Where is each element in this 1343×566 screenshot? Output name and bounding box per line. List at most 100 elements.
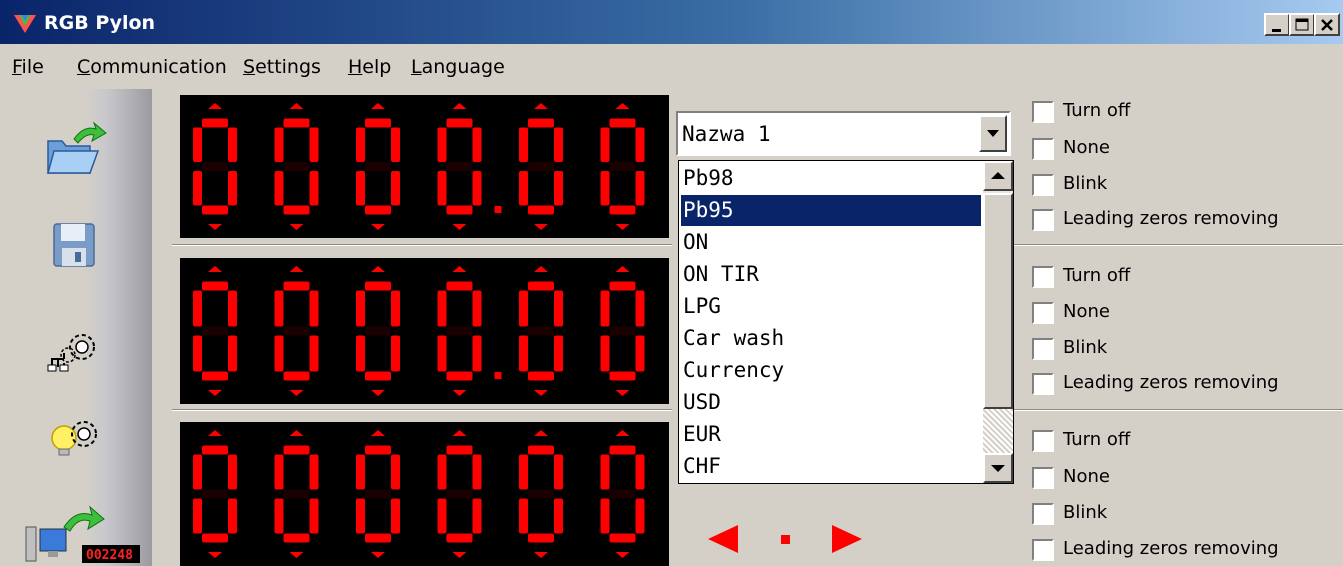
digit-down-indicator[interactable] — [615, 224, 630, 230]
list-option[interactable]: EUR — [681, 419, 981, 450]
digit-up-indicator[interactable] — [371, 266, 385, 272]
minimize-button[interactable] — [1264, 13, 1290, 36]
move-right-arrow-icon[interactable] — [832, 525, 862, 553]
digit-up-indicator[interactable] — [371, 103, 385, 109]
checkbox-label: None — [1063, 466, 1110, 487]
checkbox-box[interactable] — [1032, 266, 1054, 288]
segment — [446, 162, 473, 171]
scroll-thumb[interactable] — [983, 193, 1013, 409]
list-option[interactable]: USD — [681, 387, 981, 418]
menu-settings[interactable]: Settings — [243, 56, 321, 78]
list-option[interactable]: Car wash — [681, 323, 981, 354]
digit-down-indicator[interactable] — [534, 552, 548, 558]
digit-down-indicator[interactable] — [615, 552, 630, 558]
display-settings-button[interactable] — [44, 412, 114, 472]
digit-down-indicator[interactable] — [289, 390, 304, 396]
digit-up-indicator[interactable] — [615, 430, 630, 436]
digit-up-indicator[interactable] — [208, 266, 222, 272]
digit-up-indicator[interactable] — [615, 266, 630, 272]
segment — [202, 326, 228, 336]
digit-up-indicator[interactable] — [452, 266, 467, 272]
checkbox-box[interactable] — [1032, 101, 1054, 123]
combo-dropdown-button[interactable] — [979, 115, 1007, 152]
digit-down-indicator[interactable] — [208, 552, 222, 558]
digit-down-indicator[interactable] — [452, 552, 467, 558]
digit-down-indicator[interactable] — [208, 224, 222, 230]
digit-up-indicator[interactable] — [208, 103, 222, 109]
segment — [554, 127, 563, 162]
checkbox-box[interactable] — [1032, 174, 1054, 196]
checkbox-label: None — [1063, 137, 1110, 158]
digit-up-indicator[interactable] — [289, 103, 304, 109]
digit-down-indicator[interactable] — [289, 224, 304, 230]
segment — [437, 171, 447, 206]
segment — [391, 335, 400, 372]
list-scrollbar[interactable] — [983, 161, 1013, 483]
list-option[interactable]: Currency — [681, 355, 981, 386]
checkbox-box[interactable] — [1032, 503, 1054, 525]
maximize-button[interactable] — [1289, 13, 1315, 36]
close-icon — [1321, 19, 1333, 31]
digit-down-indicator[interactable] — [371, 390, 385, 396]
digit-up-indicator[interactable] — [534, 266, 548, 272]
digit-up-indicator[interactable] — [534, 430, 548, 436]
title-bar[interactable]: RGB Pylon — [0, 0, 1343, 44]
menu-communication[interactable]: Communication — [77, 56, 227, 78]
open-button[interactable] — [44, 121, 114, 181]
send-to-display-button[interactable]: 002248 — [20, 501, 150, 563]
checkbox-box[interactable] — [1032, 373, 1054, 395]
scroll-up-button[interactable] — [983, 161, 1013, 191]
digit-down-indicator[interactable] — [534, 390, 548, 396]
checkbox-box[interactable] — [1032, 338, 1054, 360]
menu-help[interactable]: Help — [348, 56, 391, 78]
list-option[interactable]: Pb98 — [681, 163, 981, 194]
checkbox-box[interactable] — [1032, 138, 1054, 160]
segment — [528, 281, 554, 291]
segment — [609, 371, 636, 381]
digit-down-indicator[interactable] — [371, 224, 385, 230]
digit-up-indicator[interactable] — [289, 430, 304, 436]
product-name-combo[interactable]: Nazwa 1 — [676, 111, 1011, 156]
checkbox-box[interactable] — [1032, 209, 1054, 231]
list-option[interactable]: ON — [681, 227, 981, 258]
scroll-down-button[interactable] — [983, 453, 1013, 483]
menu-file[interactable]: File — [12, 56, 44, 78]
digit-up-indicator[interactable] — [452, 430, 467, 436]
digit-up-indicator[interactable] — [371, 430, 385, 436]
decimal-point-arrows — [708, 525, 862, 553]
segment — [446, 118, 473, 128]
list-option-selected[interactable]: Pb95 — [681, 195, 981, 226]
segment — [635, 335, 645, 372]
segment — [554, 171, 563, 206]
digit-up-indicator[interactable] — [534, 103, 548, 109]
checkbox-box[interactable] — [1032, 467, 1054, 489]
digit-up-indicator[interactable] — [452, 103, 467, 109]
digit-down-indicator[interactable] — [289, 552, 304, 558]
close-button[interactable] — [1314, 13, 1340, 36]
floppy-disk-icon — [53, 223, 95, 267]
checkbox-box[interactable] — [1032, 430, 1054, 452]
segment — [274, 454, 284, 490]
digit-down-indicator[interactable] — [615, 390, 630, 396]
segment — [446, 326, 473, 336]
list-option[interactable]: LPG — [681, 291, 981, 322]
digit-down-indicator[interactable] — [452, 390, 467, 396]
digit-down-indicator[interactable] — [452, 224, 467, 230]
checkbox-box[interactable] — [1032, 539, 1054, 561]
digit-down-indicator[interactable] — [371, 552, 385, 558]
scroll-track[interactable] — [983, 409, 1013, 453]
product-dropdown-list[interactable]: Pb98 Pb95 ON ON TIR LPG Car wash Currenc… — [678, 160, 1014, 484]
digit-up-indicator[interactable] — [289, 266, 304, 272]
list-option[interactable]: ON TIR — [681, 259, 981, 290]
segment — [446, 281, 473, 291]
checkbox-box[interactable] — [1032, 302, 1054, 324]
digit-up-indicator[interactable] — [615, 103, 630, 109]
digit-down-indicator[interactable] — [534, 224, 548, 230]
menu-language[interactable]: Language — [411, 56, 505, 78]
digit-up-indicator[interactable] — [208, 430, 222, 436]
digit-down-indicator[interactable] — [208, 390, 222, 396]
list-option[interactable]: CHF — [681, 451, 981, 482]
save-button[interactable] — [44, 216, 114, 276]
move-left-arrow-icon[interactable] — [708, 525, 738, 553]
communication-settings-button[interactable] — [44, 323, 114, 383]
